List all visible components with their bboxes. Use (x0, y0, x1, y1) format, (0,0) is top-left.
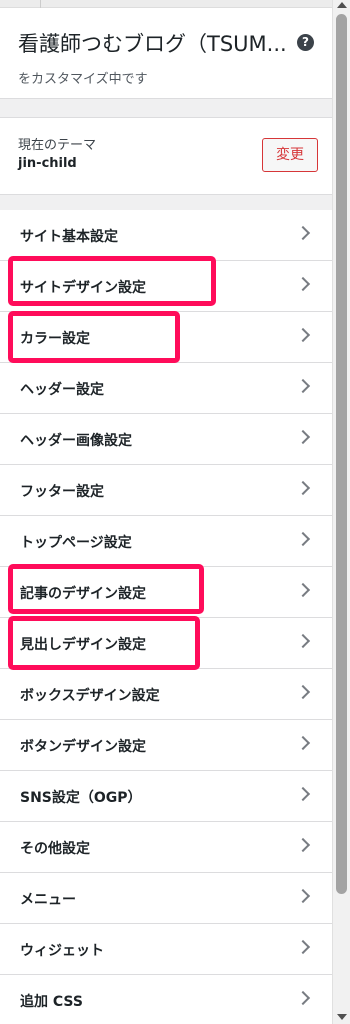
chevron-right-icon (295, 633, 311, 649)
menu-item-footer[interactable]: フッター設定 (0, 465, 332, 516)
menu-item-label: その他設定 (20, 841, 90, 857)
menu-item-additional-css[interactable]: 追加 CSS (0, 975, 332, 1024)
highlight-box-color (8, 311, 180, 363)
chevron-right-icon (295, 480, 311, 496)
chevron-right-icon (295, 327, 311, 343)
current-theme-label: 現在のテーマ (18, 138, 97, 153)
change-theme-button[interactable]: 変更 (262, 138, 318, 172)
highlight-box-heading-design (8, 616, 200, 670)
chevron-right-icon (295, 990, 311, 1006)
menu-item-label: ボタンデザイン設定 (20, 739, 146, 755)
scroll-up-arrow-icon[interactable] (337, 2, 347, 8)
chevron-right-icon (295, 378, 311, 394)
menu-item-label: フッター設定 (20, 484, 104, 500)
current-theme-section: 現在のテーマ jin-child 変更 (0, 118, 332, 194)
menu-item-other[interactable]: その他設定 (0, 822, 332, 873)
menu-item-menus[interactable]: メニュー (0, 873, 332, 924)
menu-item-label: 追加 CSS (20, 994, 83, 1010)
customizing-subtitle: をカスタマイズ中です (18, 72, 148, 87)
menu-item-box-design[interactable]: ボックスデザイン設定 (0, 669, 332, 720)
chevron-right-icon (295, 276, 311, 292)
chevron-right-icon (295, 888, 311, 904)
menu-item-label: ボックスデザイン設定 (20, 688, 160, 704)
menu-item-button-design[interactable]: ボタンデザイン設定 (0, 720, 332, 771)
chevron-right-icon (295, 684, 311, 700)
menu-item-widgets[interactable]: ウィジェット (0, 924, 332, 975)
top-strip (0, 0, 332, 8)
chevron-right-icon (295, 837, 311, 853)
chevron-right-icon (295, 582, 311, 598)
menu-item-label: ヘッダー画像設定 (20, 433, 132, 449)
chevron-right-icon (295, 531, 311, 547)
customizer-panel: 看護師つむブログ（TSUM... ? をカスタマイズ中です 現在のテーマ jin… (0, 0, 332, 1024)
menu-item-site-basic[interactable]: サイト基本設定 (0, 210, 332, 261)
menu-item-sns[interactable]: SNS設定（OGP） (0, 771, 332, 822)
scroll-down-arrow-icon[interactable] (337, 1014, 347, 1020)
chevron-right-icon (295, 735, 311, 751)
menu-item-label: メニュー (20, 892, 76, 908)
menu-item-label: トップページ設定 (20, 535, 132, 551)
menu-item-label: ヘッダー設定 (20, 382, 104, 398)
chevron-right-icon (295, 225, 311, 241)
section-divider (0, 98, 332, 118)
menu-item-top-page[interactable]: トップページ設定 (0, 516, 332, 567)
chevron-right-icon (295, 786, 311, 802)
menu-item-header[interactable]: ヘッダー設定 (0, 363, 332, 414)
customizer-header: 看護師つむブログ（TSUM... ? をカスタマイズ中です (0, 8, 332, 98)
menu-item-label: SNS設定（OGP） (20, 790, 142, 806)
scrollbar[interactable] (332, 0, 350, 1024)
help-icon[interactable]: ? (297, 34, 314, 51)
section-divider (0, 194, 332, 210)
menu-item-label: ウィジェット (20, 943, 104, 959)
chevron-right-icon (295, 939, 311, 955)
site-title: 看護師つむブログ（TSUM... (18, 32, 287, 56)
menu-item-label: サイト基本設定 (20, 229, 118, 245)
chevron-right-icon (295, 429, 311, 445)
highlight-box-article-design (8, 564, 204, 614)
scroll-thumb[interactable] (336, 14, 347, 894)
current-theme-name: jin-child (18, 156, 77, 171)
menu-item-header-image[interactable]: ヘッダー画像設定 (0, 414, 332, 465)
highlight-box-site-design (8, 256, 216, 306)
